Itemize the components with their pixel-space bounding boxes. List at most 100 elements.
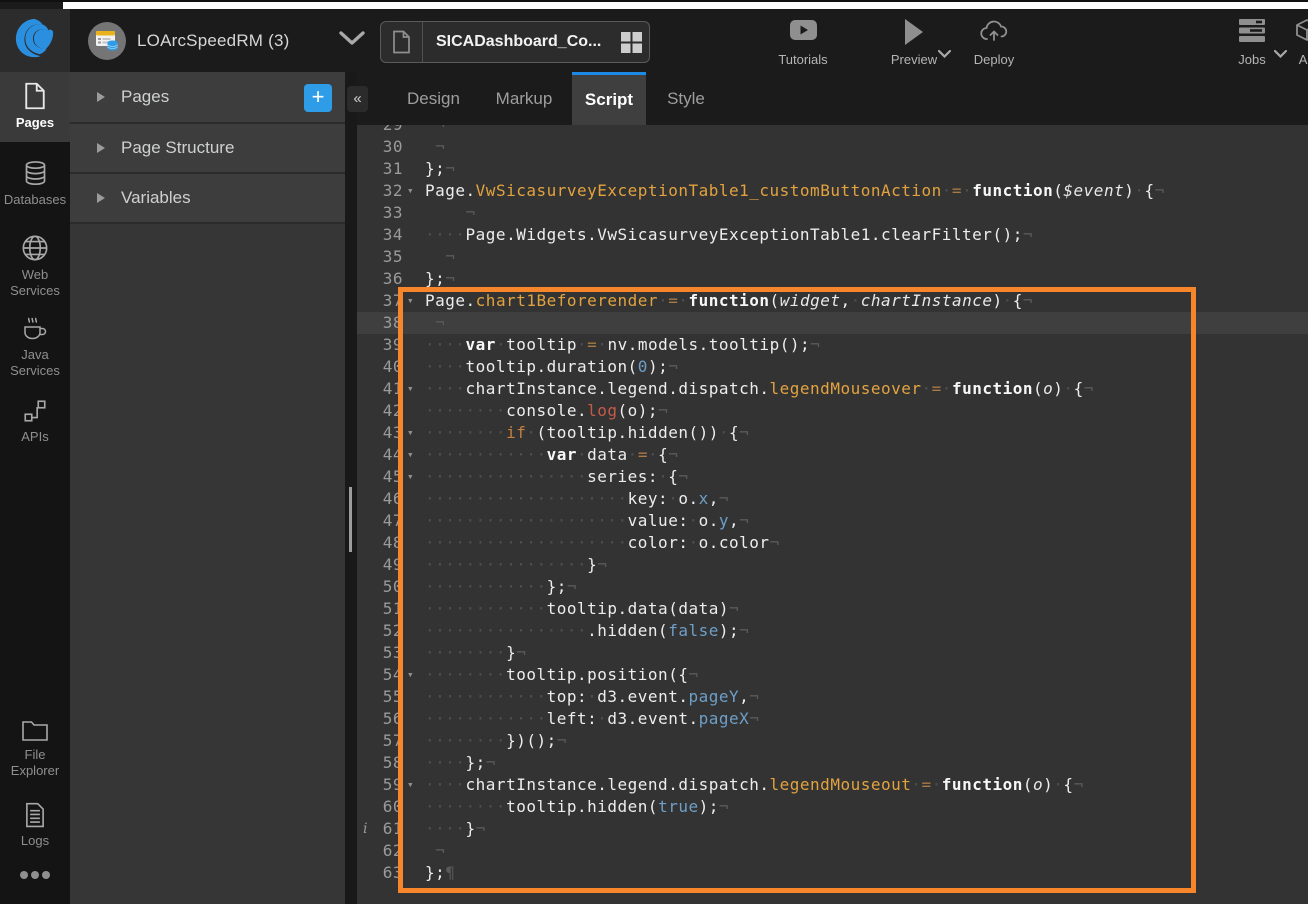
- gutter-cell: 55: [357, 686, 425, 708]
- code-line-54[interactable]: 54▾········tooltip.position({¬: [357, 664, 1308, 686]
- deploy-cloud-upload-icon: [979, 19, 1009, 49]
- fold-arrow-icon[interactable]: ▾: [407, 774, 414, 796]
- code-line-58[interactable]: 58····};¬: [357, 752, 1308, 774]
- tutorials-button[interactable]: Tutorials: [775, 19, 831, 67]
- gutter-cell: 44▾: [357, 444, 425, 466]
- sidebar-item-apis[interactable]: APIs: [0, 388, 70, 450]
- page-structure-caret-right-icon[interactable]: [97, 143, 105, 153]
- tab-design[interactable]: Design: [405, 72, 462, 125]
- eol-marker: ¬: [668, 445, 678, 464]
- code-line-29[interactable]: 29 ¬: [357, 125, 1308, 136]
- sidebar-item-logs[interactable]: Logs: [0, 792, 70, 854]
- gutter-cell: 57: [357, 730, 425, 752]
- gutter-cell: 40: [357, 356, 425, 378]
- code-line-47[interactable]: 47····················value:·o.y,¬: [357, 510, 1308, 532]
- gutter-cell: 43▾: [357, 422, 425, 444]
- deploy-button[interactable]: Deploy: [966, 19, 1022, 67]
- page-layout-grid-icon[interactable]: [613, 32, 649, 53]
- top-toolbar: LOArcSpeedRM (3) SICADashboard_Co... Tut…: [0, 9, 1308, 72]
- code-line-38[interactable]: 38 ¬: [357, 312, 1308, 334]
- line-number: 52: [357, 620, 403, 642]
- code-line-56[interactable]: 56············left:·d3.event.pageX¬: [357, 708, 1308, 730]
- eol-marker: ¬: [445, 159, 455, 178]
- code-text: ¬: [425, 246, 1308, 268]
- gutter-cell: 60: [357, 796, 425, 818]
- code-line-30[interactable]: 30 ¬: [357, 136, 1308, 158]
- code-line-46[interactable]: 46····················key:·o.x,¬: [357, 488, 1308, 510]
- pages-caret-right-icon[interactable]: [97, 92, 105, 102]
- fold-arrow-icon[interactable]: ▾: [407, 378, 414, 400]
- tab-markup[interactable]: Markup: [493, 72, 555, 125]
- code-line-45[interactable]: 45▾················series:·{¬: [357, 466, 1308, 488]
- sidebar-item-file-explorer[interactable]: File Explorer: [0, 708, 70, 788]
- gutter-cell: 51: [357, 598, 425, 620]
- sidebar-item-databases[interactable]: Databases: [0, 150, 70, 218]
- tab-style[interactable]: Style: [663, 72, 709, 125]
- open-page-tab[interactable]: SICADashboard_Co...: [380, 21, 650, 63]
- brand-logo-button[interactable]: [0, 9, 70, 72]
- code-line-40[interactable]: 40····tooltip.duration(0);¬: [357, 356, 1308, 378]
- more-options-button[interactable]: [0, 860, 70, 904]
- sidebar-item-java-services[interactable]: Java Services: [0, 306, 70, 386]
- fold-arrow-icon[interactable]: ▾: [407, 290, 414, 312]
- code-line-55[interactable]: 55············top:·d3.event.pageY,¬: [357, 686, 1308, 708]
- code-line-62[interactable]: 62 ¬: [357, 840, 1308, 862]
- line-number: 46: [357, 488, 403, 510]
- line-number: 55: [357, 686, 403, 708]
- add-page-button[interactable]: +: [304, 84, 332, 112]
- code-line-37[interactable]: 37▾Page.chart1Beforerender·=·function(wi…: [357, 290, 1308, 312]
- code-line-41[interactable]: 41▾····chartInstance.legend.dispatch.leg…: [357, 378, 1308, 400]
- project-chevron-down-icon[interactable]: [339, 31, 365, 50]
- code-line-60[interactable]: 60········tooltip.hidden(true);¬: [357, 796, 1308, 818]
- collapse-panel-button[interactable]: «: [347, 86, 368, 112]
- code-line-63[interactable]: 63};¶: [357, 862, 1308, 884]
- code-line-53[interactable]: 53········}¬: [357, 642, 1308, 664]
- jobs-button[interactable]: Jobs: [1226, 19, 1278, 67]
- panel-section-variables[interactable]: Variables: [70, 174, 345, 224]
- variables-caret-right-icon[interactable]: [97, 193, 105, 203]
- panel-section-pages[interactable]: Pages +: [70, 72, 345, 124]
- code-text: ¬: [425, 136, 1308, 158]
- code-line-49[interactable]: 49················}¬: [357, 554, 1308, 576]
- code-line-36[interactable]: 36};¬: [357, 268, 1308, 290]
- code-line-42[interactable]: 42········console.log(o);¬: [357, 400, 1308, 422]
- eol-marker: ¬: [658, 401, 668, 420]
- preview-chevron-down-icon[interactable]: [938, 45, 951, 63]
- gutter-cell: 41▾: [357, 378, 425, 400]
- code-line-44[interactable]: 44▾············var·data·=·{¬: [357, 444, 1308, 466]
- code-line-34[interactable]: 34····Page.Widgets.VwSicasurveyException…: [357, 224, 1308, 246]
- code-line-43[interactable]: 43▾········if·(tooltip.hidden())·{¬: [357, 422, 1308, 444]
- editor-scrollbar-thumb[interactable]: [349, 487, 352, 552]
- fold-arrow-icon[interactable]: ▾: [407, 664, 414, 686]
- tab-script[interactable]: Script: [572, 72, 646, 125]
- code-line-39[interactable]: 39····var·tooltip·=·nv.models.tooltip();…: [357, 334, 1308, 356]
- fold-arrow-icon[interactable]: ▾: [407, 444, 414, 466]
- code-line-51[interactable]: 51············tooltip.data(data)¬: [357, 598, 1308, 620]
- code-line-32[interactable]: 32▾Page.VwSicasurveyExceptionTable1_cust…: [357, 180, 1308, 202]
- eol-marker: ¶: [445, 863, 455, 882]
- pages-side-panel: Pages + Page Structure Variables: [70, 72, 345, 904]
- script-code-editor[interactable]: 29 ¬30 ¬31};¬32▾Page.VwSicasurveyExcepti…: [357, 125, 1308, 904]
- code-line-52[interactable]: 52················.hidden(false);¬: [357, 620, 1308, 642]
- sidebar-item-web-services[interactable]: Web Services: [0, 224, 70, 304]
- panel-section-page-structure[interactable]: Page Structure: [70, 124, 345, 174]
- code-line-57[interactable]: 57········})();¬: [357, 730, 1308, 752]
- code-line-48[interactable]: 48····················color:·o.color¬: [357, 532, 1308, 554]
- artifacts-button-clipped[interactable]: Art: [1282, 19, 1308, 67]
- eol-marker: ¬: [476, 819, 486, 838]
- fold-arrow-icon[interactable]: ▾: [407, 466, 414, 488]
- preview-button[interactable]: Preview: [886, 19, 942, 67]
- fold-arrow-icon[interactable]: ▾: [407, 180, 414, 202]
- project-selector[interactable]: LOArcSpeedRM (3): [88, 9, 365, 72]
- code-line-50[interactable]: 50············};¬: [357, 576, 1308, 598]
- code-line-59[interactable]: 59▾····chartInstance.legend.dispatch.leg…: [357, 774, 1308, 796]
- code-text: ················series:·{¬: [425, 466, 1308, 488]
- globe-icon: [21, 234, 49, 262]
- code-line-31[interactable]: 31};¬: [357, 158, 1308, 180]
- code-line-61[interactable]: i61····}¬: [357, 818, 1308, 840]
- sidebar-item-pages[interactable]: Pages: [0, 72, 70, 142]
- fold-arrow-icon[interactable]: ▾: [407, 422, 414, 444]
- code-line-35[interactable]: 35 ¬: [357, 246, 1308, 268]
- code-line-33[interactable]: 33 ¬: [357, 202, 1308, 224]
- code-text: ············left:·d3.event.pageX¬: [425, 708, 1308, 730]
